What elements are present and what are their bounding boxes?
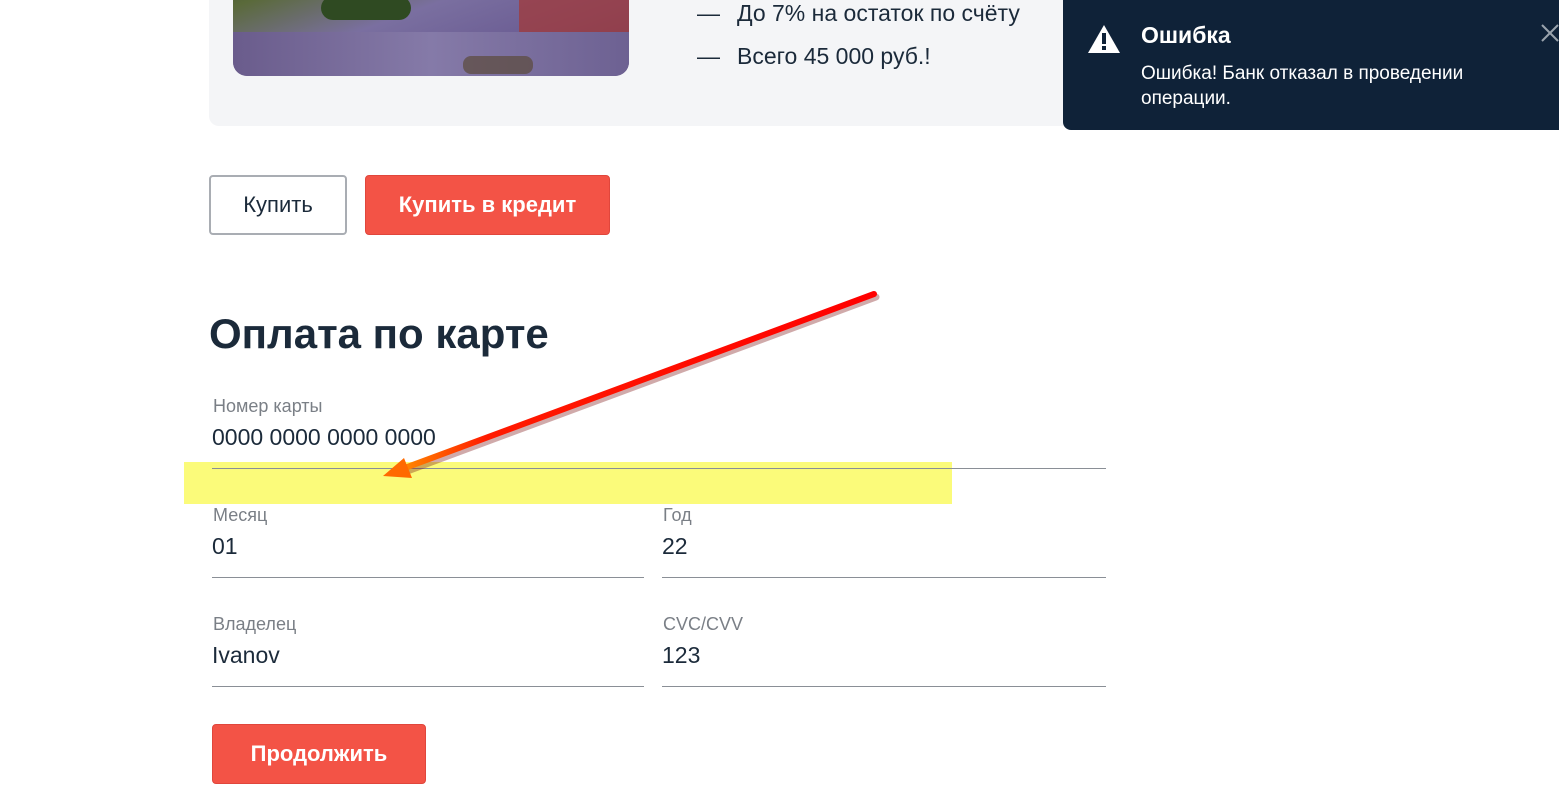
year-input[interactable]: 22 xyxy=(662,533,688,560)
warning-icon xyxy=(1088,25,1120,53)
notification-message: Ошибка! Банк отказал в проведении операц… xyxy=(1141,63,1464,109)
page-title: Оплата по карте xyxy=(209,310,549,357)
card-number-field[interactable]: Номер карты 0000 0000 0000 0000 xyxy=(212,396,1106,469)
feature-item: — Всего 45 000 руб.! xyxy=(697,43,931,69)
cvc-input[interactable]: 123 xyxy=(662,642,700,669)
buy-button[interactable]: Купить xyxy=(209,175,347,235)
close-icon[interactable] xyxy=(1539,22,1559,44)
feature-text: До 7% на остаток по счёту xyxy=(737,0,1020,26)
continue-button[interactable]: Продолжить xyxy=(212,724,426,784)
buy-on-credit-button[interactable]: Купить в кредит xyxy=(365,175,610,235)
product-image xyxy=(233,0,629,76)
owner-label: Владелец xyxy=(213,614,297,634)
error-notification: Ошибка Ошибка! Банк отказал в проведении… xyxy=(1063,0,1559,130)
card-number-label: Номер карты xyxy=(213,396,323,416)
cvc-label: CVC/CVV xyxy=(663,614,744,634)
year-label: Год xyxy=(663,505,692,525)
cvc-field[interactable]: CVC/CVV 123 xyxy=(662,614,1106,687)
month-field[interactable]: Месяц 01 xyxy=(212,505,644,578)
owner-input[interactable]: Ivanov xyxy=(212,642,280,669)
month-input[interactable]: 01 xyxy=(212,533,238,560)
feature-item: — До 7% на остаток по счёту xyxy=(697,0,1020,26)
month-label: Месяц xyxy=(213,505,268,525)
feature-text: Всего 45 000 руб.! xyxy=(737,43,931,69)
owner-field[interactable]: Владелец Ivanov xyxy=(212,614,644,687)
card-number-input[interactable]: 0000 0000 0000 0000 xyxy=(212,424,436,451)
notification-title: Ошибка xyxy=(1141,22,1231,48)
year-field[interactable]: Год 22 xyxy=(662,505,1106,578)
